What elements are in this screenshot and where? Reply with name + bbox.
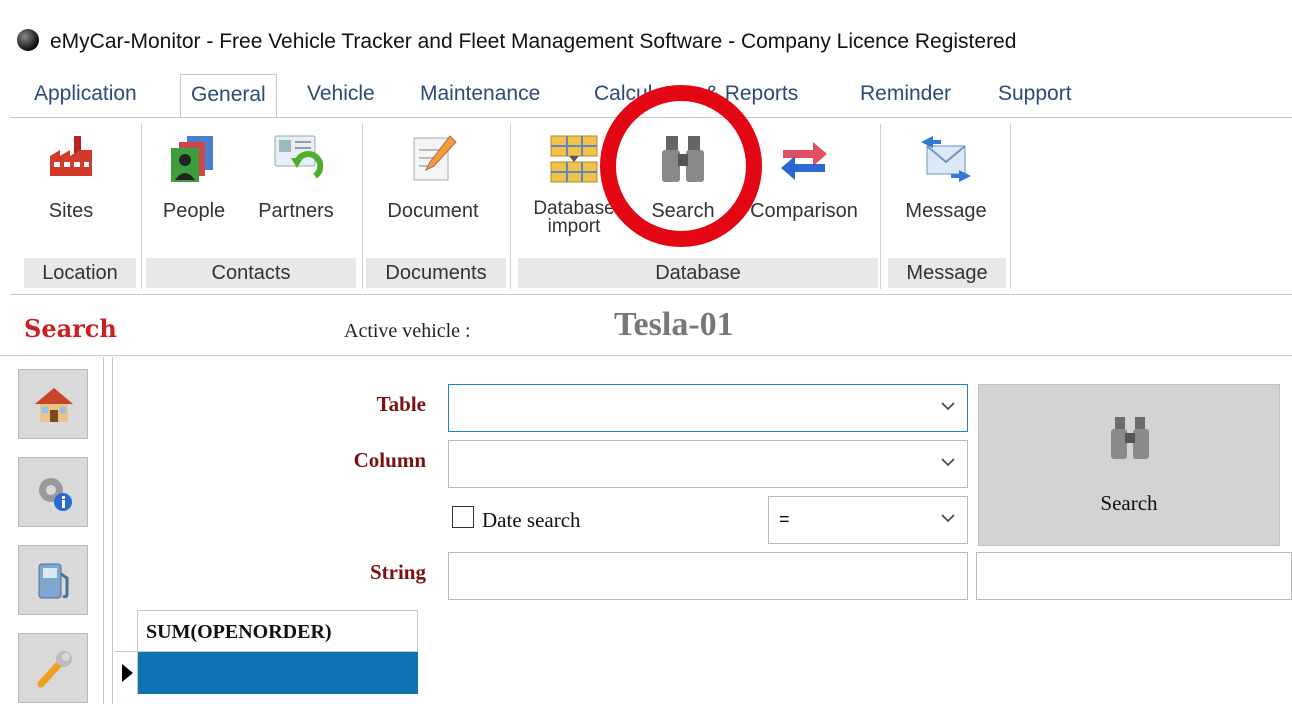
home-icon xyxy=(35,388,73,422)
date-search-label: Date search xyxy=(482,508,581,532)
tab-general[interactable]: General xyxy=(180,74,277,120)
people-button[interactable]: People xyxy=(154,132,234,222)
active-vehicle-label: Active vehicle : xyxy=(344,320,471,342)
chevron-down-icon xyxy=(941,458,955,467)
ribbon-divider xyxy=(362,124,363,289)
ribbon-divider xyxy=(880,124,881,289)
people-label: People xyxy=(162,200,226,222)
string-label: String xyxy=(369,560,426,584)
column-header[interactable]: SUM(OPENORDER) xyxy=(138,610,418,652)
content-divider xyxy=(112,357,113,704)
ribbon-divider xyxy=(1010,124,1011,289)
group-label-database: Database xyxy=(518,258,878,288)
column-select[interactable] xyxy=(448,440,968,488)
sites-button[interactable]: Sites xyxy=(16,132,126,222)
title-bar: eMyCar-Monitor - Free Vehicle Tracker an… xyxy=(0,0,1292,70)
search-button-label: Search xyxy=(1100,491,1158,515)
people-icon xyxy=(171,136,213,182)
ribbon-divider xyxy=(141,124,142,289)
ribbon-tabs: Application General Vehicle Maintenance … xyxy=(0,70,1292,120)
app-logo-icon xyxy=(17,29,39,51)
grid-corner xyxy=(114,610,138,652)
group-label-contacts: Contacts xyxy=(146,258,356,288)
group-label-location: Location xyxy=(24,258,136,288)
column-label: Column xyxy=(353,448,426,472)
group-label-message: Message xyxy=(888,258,1006,288)
tab-maintenance[interactable]: Maintenance xyxy=(420,82,540,106)
partners-icon xyxy=(274,135,323,179)
binoculars-icon xyxy=(1111,417,1149,459)
partners-label: Partners xyxy=(258,200,334,222)
date-search-checkbox[interactable] xyxy=(452,506,474,528)
partners-button[interactable]: Partners xyxy=(246,132,346,222)
row-indicator-arrow[interactable] xyxy=(114,652,138,694)
document-label: Document xyxy=(387,200,479,222)
compare-arrows-icon xyxy=(781,142,827,180)
search-button[interactable]: Search xyxy=(978,384,1280,546)
database-import-label: Database import xyxy=(533,198,615,237)
ribbon-panel: Sites Location People Partners Contacts xyxy=(10,117,1292,295)
factory-icon xyxy=(50,136,92,176)
wrench-icon xyxy=(37,651,72,688)
database-import-button[interactable]: Database import xyxy=(518,132,630,236)
search-ribbon-label: Search xyxy=(651,200,715,222)
chevron-down-icon xyxy=(941,514,955,523)
comparison-button[interactable]: Comparison xyxy=(734,132,874,222)
home-button[interactable] xyxy=(18,369,88,439)
window-title: eMyCar-Monitor - Free Vehicle Tracker an… xyxy=(50,30,1017,53)
binoculars-icon xyxy=(662,136,704,182)
string-input-secondary[interactable] xyxy=(976,552,1292,600)
fuel-pump-icon xyxy=(38,563,69,599)
table-label: Table xyxy=(376,392,426,416)
message-button[interactable]: Message xyxy=(890,132,1002,222)
operator-select-value: = xyxy=(779,509,790,529)
message-label: Message xyxy=(905,200,987,222)
maintenance-button[interactable] xyxy=(18,633,88,703)
page-header: Search Active vehicle : Tesla-01 xyxy=(0,296,1292,356)
document-button[interactable]: Document xyxy=(368,132,498,222)
envelope-icon xyxy=(921,136,971,182)
sites-label: Sites xyxy=(48,200,94,222)
page-title: Search xyxy=(24,314,117,343)
string-input[interactable] xyxy=(448,552,968,600)
settings-info-icon xyxy=(39,478,72,511)
search-ribbon-button[interactable]: Search xyxy=(638,132,728,222)
tab-support[interactable]: Support xyxy=(998,82,1072,106)
fuel-button[interactable] xyxy=(18,545,88,615)
ribbon-divider xyxy=(510,124,511,289)
tab-reminder[interactable]: Reminder xyxy=(860,82,951,106)
operator-select[interactable]: = xyxy=(768,496,968,544)
table-select[interactable] xyxy=(448,384,968,432)
document-edit-icon xyxy=(413,135,457,181)
settings-info-button[interactable] xyxy=(18,457,88,527)
database-import-icon xyxy=(550,135,598,183)
active-vehicle-value: Tesla-01 xyxy=(614,306,734,343)
comparison-label: Comparison xyxy=(750,200,858,222)
tab-application[interactable]: Application xyxy=(34,82,137,106)
tab-calculators-reports[interactable]: Calculators & Reports xyxy=(594,82,798,106)
group-label-documents: Documents xyxy=(366,258,506,288)
left-sidebar xyxy=(0,357,104,704)
chevron-down-icon xyxy=(941,402,955,411)
table-row[interactable] xyxy=(138,652,418,694)
tab-vehicle[interactable]: Vehicle xyxy=(307,82,375,106)
